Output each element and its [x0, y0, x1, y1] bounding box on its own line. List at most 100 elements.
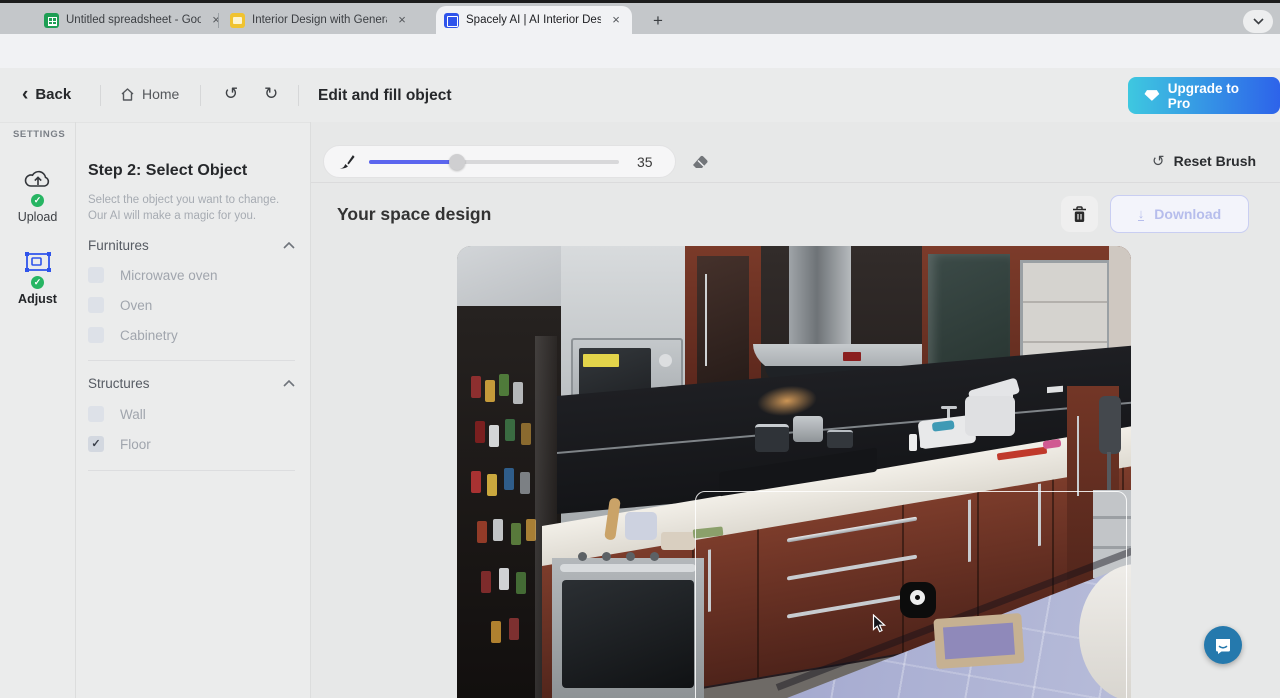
checkbox[interactable]: ✓ — [88, 406, 104, 422]
close-icon[interactable]: × — [394, 12, 410, 28]
download-icon: ↓ — [1138, 207, 1145, 221]
back-label: Back — [35, 86, 71, 103]
trash-icon — [1072, 206, 1087, 223]
page-title: Edit and fill object — [318, 87, 451, 105]
step-title: Step 2: Select Object — [88, 162, 247, 180]
checkbox[interactable]: ✓ — [88, 267, 104, 283]
select-object-panel: Step 2: Select Object Select the object … — [75, 122, 310, 698]
browser-toolbar: ← → ↻ spacely.ai/app/tool/edit-and-fill … — [0, 34, 1280, 68]
rail-item-label: Adjust — [0, 292, 75, 306]
tab-spacely-active[interactable]: Spacely AI | AI Interior Desig × — [436, 6, 632, 34]
header-separator — [200, 85, 201, 106]
section-structures[interactable]: Structures — [88, 376, 295, 391]
chat-launcher-button[interactable] — [1204, 626, 1242, 664]
rail-item-adjust[interactable]: ✓ Adjust — [0, 251, 75, 306]
home-button[interactable]: Home — [120, 86, 179, 102]
slider-fill — [369, 160, 457, 164]
photo-cabinet-shelves — [1023, 301, 1107, 303]
photo-hood-chimney — [789, 246, 851, 350]
photo-microwave-knobs — [659, 354, 672, 367]
checkbox-label: Cabinetry — [120, 328, 178, 343]
panel-section-divider — [88, 360, 295, 361]
rail-item-label: Upload — [0, 210, 75, 224]
brush-icon[interactable] — [338, 153, 355, 170]
checkbox-label: Oven — [120, 298, 152, 313]
brush-size-value: 35 — [637, 154, 653, 170]
brush-size-control: 35 — [323, 145, 676, 178]
photo-white-bin — [965, 396, 1015, 436]
photo-pot-1 — [755, 424, 789, 452]
header-separator — [298, 85, 299, 106]
photo-faucet-arm — [941, 406, 957, 409]
brush-cursor[interactable] — [900, 582, 936, 618]
upgrade-to-pro-button[interactable]: Upgrade to Pro — [1128, 77, 1280, 114]
photo-pot-2 — [793, 416, 823, 442]
checkbox-label: Microwave oven — [120, 268, 218, 283]
toolbar-divider — [311, 182, 1280, 183]
slider-thumb[interactable] — [449, 154, 465, 170]
photo-oven — [552, 558, 704, 698]
section-furnitures[interactable]: Furnitures — [88, 238, 295, 253]
undo-icon[interactable]: ↺ — [224, 84, 238, 104]
checkbox-row-microwave-oven[interactable]: ✓ Microwave oven — [88, 267, 218, 283]
reset-brush-button[interactable]: ↺ Reset Brush — [1152, 152, 1256, 170]
chat-bubble-icon — [1214, 637, 1232, 654]
checkbox-row-oven[interactable]: ✓ Oven — [88, 297, 152, 313]
app-header — [0, 68, 1280, 122]
photo-hood-display — [843, 352, 861, 361]
download-button[interactable]: ↓ Download — [1110, 195, 1249, 233]
tab-title: Spacely AI | AI Interior Desig — [466, 14, 601, 26]
delete-design-button[interactable] — [1061, 196, 1098, 232]
home-icon — [120, 87, 135, 102]
photo-tall-cabinet-handle — [1077, 416, 1079, 496]
photo-oven-knobs — [578, 552, 587, 561]
tab-interior-design[interactable]: Interior Design with Generati × — [222, 6, 418, 34]
chevron-left-icon: ‹ — [22, 87, 28, 102]
checkbox[interactable]: ✓ — [88, 436, 104, 452]
tab-title: Untitled spreadsheet - Goog — [66, 14, 201, 26]
checkbox-row-wall[interactable]: ✓ Wall — [88, 406, 146, 422]
step-description: Select the object you want to change. Ou… — [88, 193, 293, 224]
photo-oven-handle — [560, 564, 696, 572]
photo-under-cabinet-glow — [757, 383, 817, 418]
checkbox-row-floor[interactable]: ✓ Floor — [88, 436, 151, 452]
photo-plastic-tub — [661, 532, 695, 550]
checkbox-row-cabinetry[interactable]: ✓ Cabinetry — [88, 327, 178, 343]
back-button[interactable]: ‹ Back — [22, 86, 71, 103]
tab-spreadsheet[interactable]: Untitled spreadsheet - Goog × — [36, 6, 232, 34]
google-sheets-icon — [44, 13, 59, 28]
checkbox-label: Floor — [120, 437, 151, 452]
photo-microwave-sticker — [583, 354, 619, 367]
space-design-heading: Your space design — [337, 204, 491, 225]
checkbox[interactable]: ✓ — [88, 327, 104, 343]
new-tab-button[interactable]: + — [648, 11, 668, 31]
checkbox-label: Wall — [120, 407, 146, 422]
tab-search-chevron-icon[interactable] — [1243, 10, 1273, 33]
panel-section-divider — [88, 470, 295, 471]
tab-separator — [218, 13, 219, 28]
chevron-up-icon[interactable] — [283, 380, 295, 387]
close-icon[interactable]: × — [608, 12, 624, 28]
adjust-frame-icon — [24, 251, 52, 273]
yellow-doc-icon — [230, 13, 245, 28]
space-photo-canvas[interactable] — [457, 246, 1131, 698]
brush-cursor-ring — [910, 590, 925, 605]
photo-bottles — [471, 376, 481, 398]
eraser-icon[interactable] — [690, 152, 710, 170]
rail-item-upload[interactable]: ✓ Upload — [0, 167, 75, 224]
photo-fan-pole — [1107, 452, 1111, 494]
section-label: Furnitures — [88, 238, 149, 253]
section-label: Structures — [88, 376, 150, 391]
brush-size-slider[interactable] — [369, 160, 619, 164]
photo-blue-cloth — [932, 420, 955, 432]
reset-brush-label: Reset Brush — [1174, 153, 1256, 169]
photo-soap-bottles — [909, 434, 917, 451]
redo-icon[interactable]: ↻ — [264, 84, 278, 104]
reset-undo-icon: ↺ — [1152, 152, 1165, 170]
settings-heading: SETTINGS — [13, 129, 65, 140]
tab-title: Interior Design with Generati — [252, 14, 387, 26]
photo-oven-glass — [562, 580, 694, 688]
home-label: Home — [142, 86, 179, 102]
checkbox[interactable]: ✓ — [88, 297, 104, 313]
chevron-up-icon[interactable] — [283, 242, 295, 249]
